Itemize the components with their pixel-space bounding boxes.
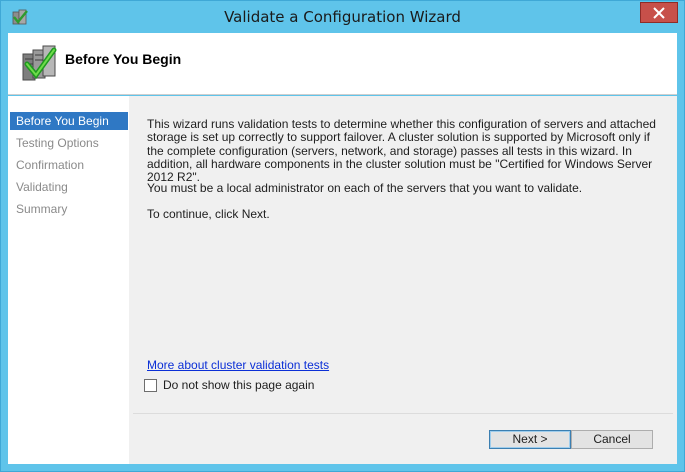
- do-not-show-checkbox-row[interactable]: Do not show this page again: [144, 378, 314, 392]
- wizard-header: Before You Begin: [8, 33, 677, 95]
- continue-note: To continue, click Next.: [147, 207, 270, 221]
- main-panel: This wizard runs validation tests to det…: [129, 96, 677, 464]
- step-list: Before You Begin Testing Options Confirm…: [8, 96, 129, 464]
- step-before-you-begin[interactable]: Before You Begin: [10, 112, 128, 130]
- cluster-validation-help-link[interactable]: More about cluster validation tests: [147, 358, 329, 372]
- server-check-icon: [21, 44, 57, 82]
- step-summary[interactable]: Summary: [10, 200, 128, 218]
- close-icon: [653, 6, 665, 19]
- window-title: Validate a Configuration Wizard: [224, 8, 461, 26]
- step-testing-options[interactable]: Testing Options: [10, 134, 128, 152]
- do-not-show-label: Do not show this page again: [163, 378, 315, 392]
- step-validating[interactable]: Validating: [10, 178, 128, 196]
- wizard-window: Validate a Configuration Wizard Before Y…: [0, 0, 685, 472]
- admin-note: You must be a local administrator on eac…: [147, 181, 583, 195]
- do-not-show-checkbox[interactable]: [144, 378, 157, 392]
- step-confirmation[interactable]: Confirmation: [10, 156, 128, 174]
- page-title: Before You Begin: [65, 51, 182, 67]
- next-button[interactable]: Next >: [489, 430, 571, 449]
- title-bar[interactable]: Validate a Configuration Wizard: [1, 1, 684, 33]
- wizard-content: Before You Begin Testing Options Confirm…: [8, 96, 677, 464]
- divider: [133, 413, 673, 414]
- cancel-button[interactable]: Cancel: [571, 430, 653, 449]
- intro-text: This wizard runs validation tests to det…: [147, 117, 656, 185]
- close-button[interactable]: [640, 2, 678, 23]
